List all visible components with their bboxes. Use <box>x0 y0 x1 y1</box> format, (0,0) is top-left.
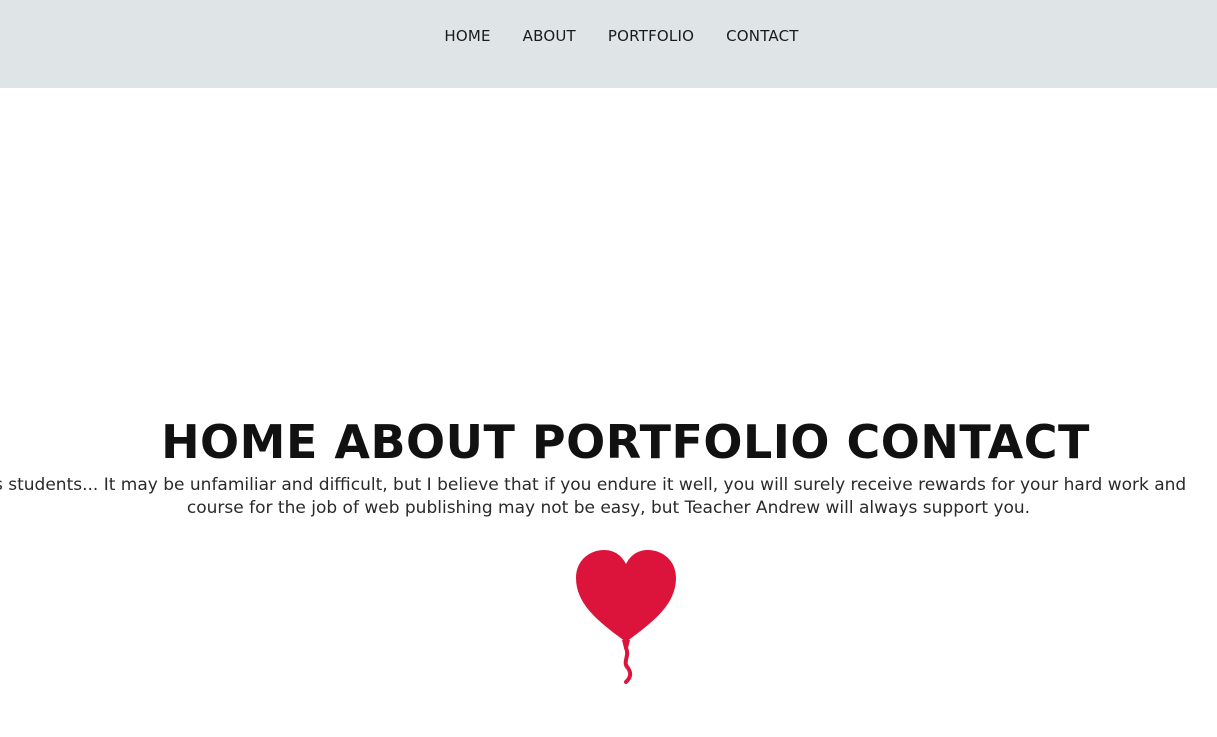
hero-description-line-1: s students... It may be unfamiliar and d… <box>0 475 1187 495</box>
nav-menu: HOME ABOUT PORTFOLIO CONTACT <box>0 26 1217 46</box>
balloon-heart <box>576 550 676 642</box>
hero-description-line-2: course for the job of web publishing may… <box>186 498 1031 518</box>
hero-description: s students... It may be unfamiliar and d… <box>0 474 1217 520</box>
nav-about-link[interactable]: ABOUT <box>523 26 576 46</box>
nav-home-link[interactable]: HOME <box>444 26 490 46</box>
heart-balloon-icon <box>576 550 676 684</box>
top-nav: HOME ABOUT PORTFOLIO CONTACT <box>0 0 1217 88</box>
nav-contact-link[interactable]: CONTACT <box>726 26 799 46</box>
hero-title: HOME ABOUT PORTFOLIO CONTACT <box>161 415 1090 469</box>
balloon-string <box>623 646 633 684</box>
nav-portfolio-link[interactable]: PORTFOLIO <box>608 26 694 46</box>
